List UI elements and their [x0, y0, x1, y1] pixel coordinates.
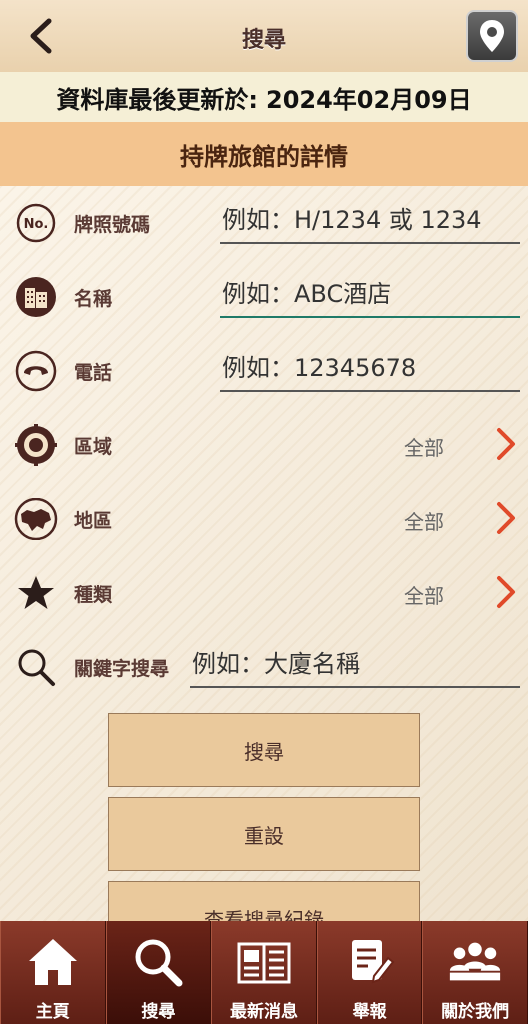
nav-label: 主頁: [35, 1002, 70, 1022]
nav-label: 關於我們: [441, 1002, 510, 1022]
district-label: 地區: [74, 510, 113, 532]
name-row: 名稱: [0, 260, 528, 334]
type-row[interactable]: 種類 全部: [0, 556, 528, 630]
last-updated-date: 2024年02月09日: [266, 85, 472, 114]
search-button[interactable]: 搜尋: [108, 713, 420, 787]
name-label: 名稱: [74, 288, 113, 310]
nav-news[interactable]: 最新消息: [211, 921, 317, 1024]
map-button[interactable]: [466, 10, 518, 62]
nav-about[interactable]: 關於我們: [422, 921, 528, 1024]
reset-button[interactable]: 重設: [108, 797, 420, 871]
home-icon: [24, 933, 82, 991]
nav-label: 搜尋: [141, 1002, 176, 1022]
keyword-input[interactable]: [190, 642, 520, 688]
phone-icon: [14, 349, 58, 393]
last-updated-label: 資料庫最後更新於:: [56, 85, 258, 114]
zone-value: 全部: [404, 436, 444, 460]
chevron-right-icon: [492, 424, 520, 464]
phone-label: 電話: [74, 362, 113, 384]
star-icon: [14, 571, 58, 615]
type-label: 種類: [74, 584, 113, 606]
phone-row: 電話: [0, 334, 528, 408]
no-badge-icon: No.: [14, 201, 58, 245]
zone-label: 區域: [74, 436, 113, 458]
view-history-button[interactable]: 查看搜尋紀錄: [108, 881, 420, 921]
search-icon: [129, 933, 187, 991]
map-pin-icon: [480, 20, 504, 52]
name-input[interactable]: [220, 272, 520, 318]
about-icon: [446, 933, 504, 991]
search-icon: [14, 645, 58, 689]
last-updated-bar: 資料庫最後更新於: 2024年02月09日: [0, 72, 528, 122]
license-input[interactable]: [220, 198, 520, 244]
report-icon: [341, 933, 399, 991]
page-title: 搜尋: [241, 28, 286, 53]
top-bar: 搜尋: [0, 0, 528, 73]
type-value: 全部: [404, 584, 444, 608]
nav-label: 最新消息: [229, 1002, 298, 1022]
section-title: 持牌旅館的詳情: [0, 122, 528, 187]
keyword-label: 關鍵字搜尋: [74, 658, 170, 680]
news-icon: [235, 933, 293, 991]
svg-text:No.: No.: [24, 217, 49, 232]
keyword-row: 關鍵字搜尋: [0, 630, 528, 704]
zone-row[interactable]: 區域 全部: [0, 408, 528, 482]
chevron-right-icon: [492, 572, 520, 612]
license-row: No. 牌照號碼: [0, 186, 528, 260]
district-value: 全部: [404, 510, 444, 534]
building-icon: [14, 275, 58, 319]
map-region-icon: [14, 497, 58, 541]
chevron-right-icon: [492, 498, 520, 538]
bottom-nav: 主頁 搜尋 最新消息 舉報 關於我們: [0, 921, 528, 1024]
district-row[interactable]: 地區 全部: [0, 482, 528, 556]
license-label: 牌照號碼: [74, 214, 151, 236]
nav-search[interactable]: 搜尋: [105, 921, 212, 1024]
target-icon: [14, 423, 58, 467]
nav-report[interactable]: 舉報: [316, 921, 423, 1024]
nav-home[interactable]: 主頁: [0, 921, 106, 1024]
nav-label: 舉報: [352, 1002, 387, 1022]
phone-input[interactable]: [220, 346, 520, 392]
search-form: No. 牌照號碼 名稱: [0, 186, 528, 921]
